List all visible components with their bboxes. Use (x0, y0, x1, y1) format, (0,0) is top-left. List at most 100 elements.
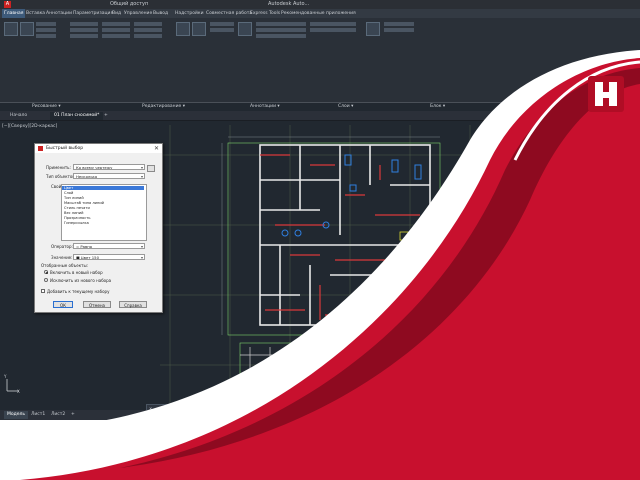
panel-annotation-label[interactable]: Аннотации ▾ (250, 104, 280, 109)
property-item[interactable]: Прозрачность (64, 216, 90, 220)
trim-tool-icon[interactable] (134, 22, 162, 26)
ribbon: Рисование ▾ Редактирование ▾ Аннотации ▾… (0, 18, 640, 109)
append-checkbox[interactable] (41, 289, 45, 293)
floor-plan-drawing[interactable] (160, 125, 520, 405)
help-button[interactable]: Справка (119, 301, 147, 308)
cancel-button[interactable]: Отмена (83, 301, 111, 308)
property-item[interactable]: Слой (64, 191, 73, 195)
value-label: Значение: (51, 255, 73, 260)
layer-tools-icon[interactable] (256, 28, 306, 32)
value-value: ■ Цвет 150 (76, 255, 99, 260)
ok-button[interactable]: ОК (53, 301, 73, 308)
ribbon-tab-8[interactable]: Надстройки (175, 9, 204, 18)
include-label: Включить в новый набор (50, 270, 103, 275)
circle-tool-icon[interactable] (36, 22, 56, 26)
close-icon[interactable]: ✕ (154, 144, 159, 153)
ribbon-tab-2[interactable]: Вставка (26, 9, 45, 18)
scale-tool-icon[interactable] (102, 34, 130, 38)
lower-annex (240, 347, 430, 395)
layout-tabs: Модель Лист1 Лист2 + (0, 410, 640, 420)
add-layout-button[interactable]: + (68, 411, 78, 419)
copy-tool-icon[interactable] (70, 28, 98, 32)
new-tab-button[interactable]: + (100, 112, 112, 120)
leader-tool-icon[interactable] (210, 22, 234, 26)
array-tool-icon[interactable] (134, 34, 162, 38)
apply-to-select[interactable]: Ко всему чертежу ▾ (73, 164, 145, 170)
window-title: Autodesk Auto... (268, 1, 310, 7)
doc-tab-start[interactable]: Начало (6, 112, 31, 120)
append-label: Добавить к текущему набору (47, 289, 110, 294)
rectangle-tool-icon[interactable] (36, 34, 56, 38)
create-block-icon[interactable] (384, 22, 414, 26)
layer-properties-icon[interactable] (238, 22, 252, 36)
property-item[interactable]: Стиль печати (64, 206, 90, 210)
ribbon-tab-1[interactable]: Главная (2, 9, 26, 18)
property-item[interactable]: Гиперссылка (64, 221, 89, 225)
line-tool-icon[interactable] (4, 22, 18, 36)
operator-select[interactable]: = Равно ▾ (73, 243, 145, 249)
ribbon-tab-6[interactable]: Управление (124, 9, 152, 18)
layer-dropdown[interactable] (256, 22, 306, 26)
walls (259, 144, 431, 326)
document-tabs: Начало 01 План сносимой* + (0, 111, 640, 121)
value-select[interactable]: ■ Цвет 150 ▾ (73, 254, 145, 260)
edit-block-icon[interactable] (384, 28, 414, 32)
ribbon-tab-9[interactable]: Совместная работа (206, 9, 252, 18)
exclude-label: Исключить из нового набора (50, 278, 112, 283)
ribbon-tab-7[interactable]: Вывод (153, 9, 168, 18)
panel-block-label[interactable]: Блок ▾ (430, 104, 445, 109)
layer-state-icon[interactable] (310, 22, 356, 26)
ribbon-tabs: Главная Вставка Аннотации Параметризация Вид… (0, 9, 640, 18)
dimension-tool-icon[interactable] (192, 22, 206, 36)
panel-draw-label[interactable]: Рисование ▾ (32, 104, 61, 109)
doc-tab-active-drawing[interactable]: 01 План сносимой* (50, 112, 104, 120)
autocad-icon (38, 146, 43, 151)
tab-layout-1[interactable]: Лист1 (28, 411, 48, 419)
layer-isolate-icon[interactable] (310, 28, 356, 32)
move-tool-icon[interactable] (70, 22, 98, 26)
property-item[interactable]: Вес линий (64, 211, 83, 215)
chevron-down-icon: ▾ (140, 244, 143, 249)
tab-model[interactable]: Модель (4, 411, 29, 419)
panel-modify-label[interactable]: Редактирование ▾ (142, 104, 185, 109)
object-type-label: Тип объектов: (46, 174, 77, 179)
tab-layout-2[interactable]: Лист2 (48, 411, 68, 419)
match-layer-icon[interactable] (256, 34, 306, 38)
ribbon-tab-5[interactable]: Вид (112, 9, 121, 18)
viewport-controls[interactable]: [−][Сверху][2D-каркас] (2, 124, 57, 129)
how-to-apply-label: Отобранные объекты: (41, 263, 88, 268)
stretch-tool-icon[interactable] (70, 34, 98, 38)
insert-block-icon[interactable] (366, 22, 380, 36)
arc-tool-icon[interactable] (36, 28, 56, 32)
ribbon-tab-3[interactable]: Аннотации (46, 9, 72, 18)
ucs-y-label: Y (4, 374, 7, 379)
dialog-title: Быстрый выбор (46, 146, 84, 151)
table-tool-icon[interactable] (210, 28, 234, 32)
property-item[interactable]: Тип линий (64, 196, 84, 200)
shared-view-label[interactable]: Общий доступ (110, 0, 148, 9)
include-radio[interactable] (44, 270, 48, 274)
ucs-x-label: X (17, 389, 20, 394)
properties-list[interactable]: Цвет Слой Тип линий Масштаб типа линий Стиль… (61, 184, 147, 241)
text-tool-icon[interactable] (176, 22, 190, 36)
rotate-tool-icon[interactable] (102, 22, 130, 26)
dialog-title-bar: Быстрый выбор ✕ (35, 144, 162, 153)
chevron-down-icon: ▾ (140, 174, 143, 179)
ribbon-tab-4[interactable]: Параметризация (73, 9, 113, 18)
fillet-tool-icon[interactable] (134, 28, 162, 32)
ribbon-tab-11[interactable]: Рекомендованные приложения (281, 9, 356, 18)
object-type-select[interactable]: Несколько ▾ (73, 173, 145, 179)
app-logo-button[interactable]: A (4, 1, 11, 8)
autocad-window: A Общий доступ Autodesk Auto... Главная В… (0, 0, 640, 420)
quick-select-dialog: Быстрый выбор ✕ Применить: Ко всему черт… (34, 143, 163, 313)
mirror-tool-icon[interactable] (102, 28, 130, 32)
polyline-tool-icon[interactable] (20, 22, 34, 36)
property-item[interactable]: Цвет (62, 186, 144, 190)
panel-layers-label[interactable]: Слои ▾ (338, 104, 353, 109)
property-item[interactable]: Масштаб типа линий (64, 201, 104, 205)
select-objects-button[interactable] (147, 165, 155, 172)
operator-label: Оператор: (51, 244, 73, 249)
operator-value: = Равно (76, 244, 93, 249)
exclude-radio[interactable] (44, 278, 48, 282)
ribbon-tab-10[interactable]: Express Tools (250, 9, 280, 18)
